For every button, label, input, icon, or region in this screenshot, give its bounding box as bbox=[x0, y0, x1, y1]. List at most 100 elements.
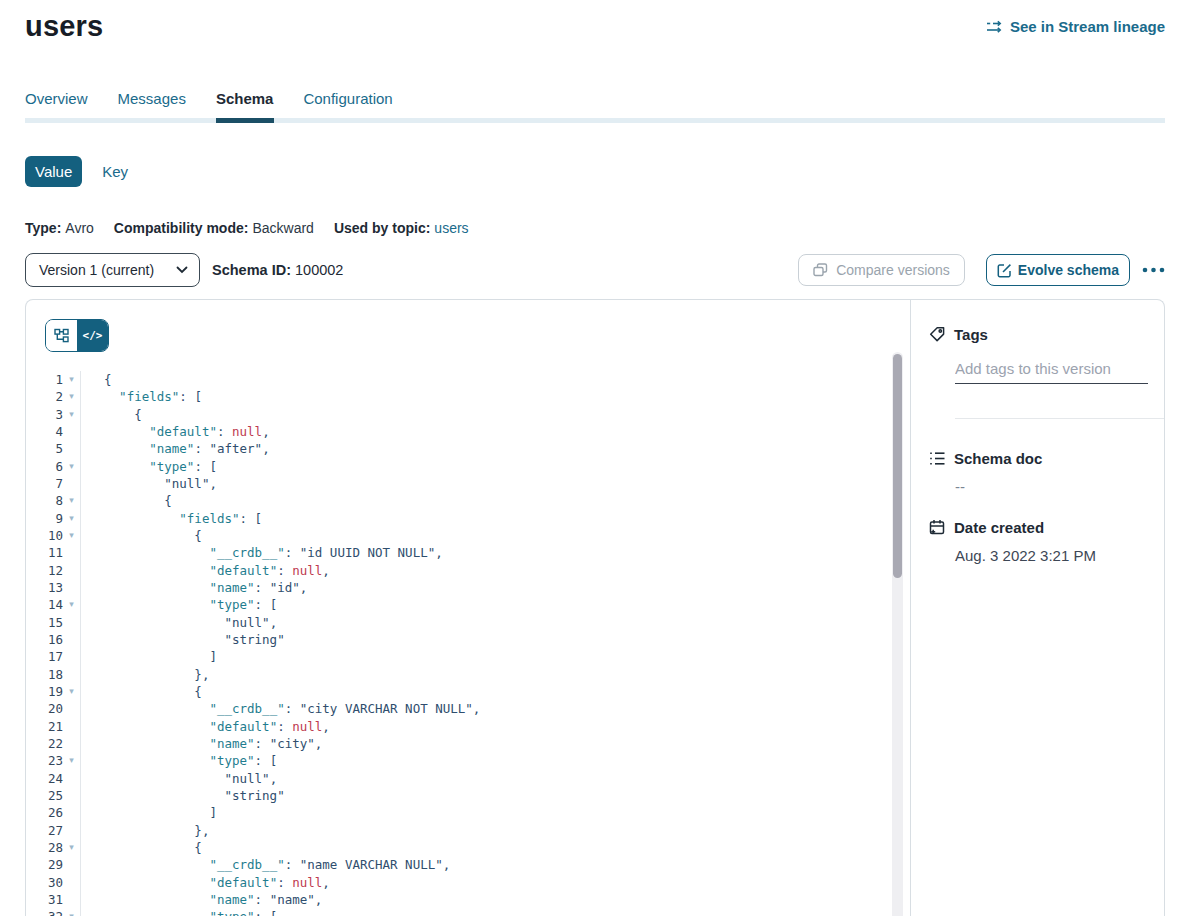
tree-view-icon bbox=[54, 328, 69, 343]
code-line: 11 "__crdb__": "id UUID NOT NULL", bbox=[26, 544, 910, 561]
type-label: Type: bbox=[25, 220, 61, 236]
code-line: 10▾ { bbox=[26, 527, 910, 544]
line-number: 12 bbox=[48, 562, 63, 579]
topic-label: Used by topic: bbox=[334, 220, 430, 236]
code-line: 6▾ "type": [ bbox=[26, 458, 910, 475]
line-number: 5 bbox=[55, 440, 63, 457]
line-number: 3 bbox=[55, 406, 63, 423]
schema-doc-value: -- bbox=[955, 478, 1148, 495]
edit-icon bbox=[997, 263, 1012, 278]
collapse-toggle-icon[interactable]: ▾ bbox=[63, 527, 80, 544]
line-number: 15 bbox=[48, 614, 63, 631]
code-text: "name": "id", bbox=[81, 579, 307, 596]
tab-configuration[interactable]: Configuration bbox=[303, 90, 392, 118]
collapse-toggle-icon[interactable]: ▾ bbox=[63, 388, 80, 405]
add-tags-input[interactable] bbox=[955, 360, 1148, 384]
code-line: 4 "default": null, bbox=[26, 423, 910, 440]
editor-scrollbar-thumb[interactable] bbox=[893, 354, 902, 578]
line-number: 16 bbox=[48, 631, 63, 648]
tree-view-button[interactable] bbox=[46, 320, 77, 351]
topic-link[interactable]: users bbox=[434, 220, 468, 236]
code-text: "default": null, bbox=[81, 423, 270, 440]
collapse-toggle-icon[interactable]: ▾ bbox=[63, 596, 80, 613]
code-text: "default": null, bbox=[81, 718, 330, 735]
line-number: 29 bbox=[48, 856, 63, 873]
tab-bar: Overview Messages Schema Configuration bbox=[25, 90, 1165, 123]
code-text: { bbox=[81, 371, 112, 388]
code-line: 24 "null", bbox=[26, 770, 910, 787]
line-number: 1 bbox=[55, 371, 63, 388]
code-line: 5 "name": "after", bbox=[26, 440, 910, 457]
schema-meta-row: Type:Avro Compatibility mode:Backward Us… bbox=[25, 220, 1165, 236]
compare-versions-button[interactable]: Compare versions bbox=[798, 254, 965, 286]
line-number: 6 bbox=[55, 458, 63, 475]
collapse-toggle-icon[interactable]: ▾ bbox=[63, 839, 80, 856]
stream-lineage-link[interactable]: See in Stream lineage bbox=[986, 18, 1165, 35]
collapse-toggle-icon[interactable]: ▾ bbox=[63, 371, 80, 388]
code-text: "type": [ bbox=[81, 596, 277, 613]
tags-input-wrap bbox=[955, 360, 1148, 384]
version-select[interactable]: Version 1 (current) bbox=[25, 253, 200, 287]
code-text: "fields": [ bbox=[81, 388, 202, 405]
line-number: 27 bbox=[48, 822, 63, 839]
tab-overview[interactable]: Overview bbox=[25, 90, 88, 118]
value-key-toggle: Value Key bbox=[25, 156, 1165, 187]
schema-id: Schema ID: 100002 bbox=[212, 262, 343, 278]
tags-section-header: Tags bbox=[929, 326, 1148, 343]
code-pane: </> 1▾ {2▾ "fields": [3▾ {4 "default": n… bbox=[26, 300, 911, 916]
code-text: }, bbox=[81, 666, 209, 683]
code-text: "string" bbox=[81, 787, 285, 804]
tab-schema[interactable]: Schema bbox=[216, 90, 274, 118]
collapse-toggle-icon[interactable]: ▾ bbox=[63, 752, 80, 769]
line-number: 32 bbox=[48, 908, 63, 916]
code-line: 1▾ { bbox=[26, 371, 910, 388]
code-view-icon: </> bbox=[83, 329, 103, 342]
page-header: users See in Stream lineage bbox=[25, 10, 1165, 43]
code-view-button[interactable]: </> bbox=[77, 320, 108, 351]
details-sidebar: Tags Schema doc -- Date created Aug. 3 2… bbox=[911, 300, 1164, 916]
code-editor[interactable]: 1▾ {2▾ "fields": [3▾ {4 "default": null,… bbox=[26, 371, 910, 916]
code-text: ] bbox=[81, 648, 217, 665]
collapse-toggle-icon[interactable]: ▾ bbox=[63, 492, 80, 509]
line-number: 25 bbox=[48, 787, 63, 804]
collapse-toggle-icon[interactable]: ▾ bbox=[63, 908, 80, 916]
collapse-toggle-icon[interactable]: ▾ bbox=[63, 406, 80, 423]
code-text: "null", bbox=[81, 475, 217, 492]
key-toggle-button[interactable]: Key bbox=[102, 156, 128, 187]
code-text: "name": "after", bbox=[81, 440, 270, 457]
code-line: 16 "string" bbox=[26, 631, 910, 648]
line-number: 7 bbox=[55, 475, 63, 492]
code-text: "name": "city", bbox=[81, 735, 322, 752]
more-actions-button[interactable] bbox=[1142, 267, 1165, 273]
code-text: "type": [ bbox=[81, 752, 277, 769]
code-text: "__crdb__": "city VARCHAR NOT NULL", bbox=[81, 700, 480, 717]
stream-lineage-icon bbox=[986, 19, 1003, 35]
view-mode-toggle: </> bbox=[45, 319, 109, 352]
line-number: 11 bbox=[48, 544, 63, 561]
code-text: "type": [ bbox=[81, 908, 277, 916]
tab-messages[interactable]: Messages bbox=[118, 90, 186, 118]
line-number: 10 bbox=[48, 527, 63, 544]
collapse-toggle-icon[interactable]: ▾ bbox=[63, 510, 80, 527]
schema-panel: </> 1▾ {2▾ "fields": [3▾ {4 "default": n… bbox=[25, 299, 1165, 916]
line-number: 14 bbox=[48, 596, 63, 613]
collapse-toggle-icon[interactable]: ▾ bbox=[63, 683, 80, 700]
line-number: 22 bbox=[48, 735, 63, 752]
version-toolbar: Version 1 (current) Schema ID: 100002 Co… bbox=[25, 253, 1165, 287]
collapse-toggle-icon[interactable]: ▾ bbox=[63, 458, 80, 475]
code-line: 2▾ "fields": [ bbox=[26, 388, 910, 405]
code-text: "null", bbox=[81, 614, 277, 631]
code-line: 7 "null", bbox=[26, 475, 910, 492]
page: users See in Stream lineage Overview Mes… bbox=[0, 0, 1189, 916]
code-text: "__crdb__": "name VARCHAR NULL", bbox=[81, 856, 450, 873]
code-line: 9▾ "fields": [ bbox=[26, 510, 910, 527]
evolve-schema-button[interactable]: Evolve schema bbox=[986, 254, 1130, 286]
value-toggle-button[interactable]: Value bbox=[25, 156, 82, 187]
code-text: { bbox=[81, 492, 172, 509]
compare-versions-icon bbox=[813, 263, 828, 277]
line-number: 30 bbox=[48, 874, 63, 891]
tag-icon bbox=[929, 326, 946, 343]
editor-scrollbar[interactable] bbox=[892, 352, 903, 916]
code-line: 14▾ "type": [ bbox=[26, 596, 910, 613]
line-number: 8 bbox=[55, 492, 63, 509]
